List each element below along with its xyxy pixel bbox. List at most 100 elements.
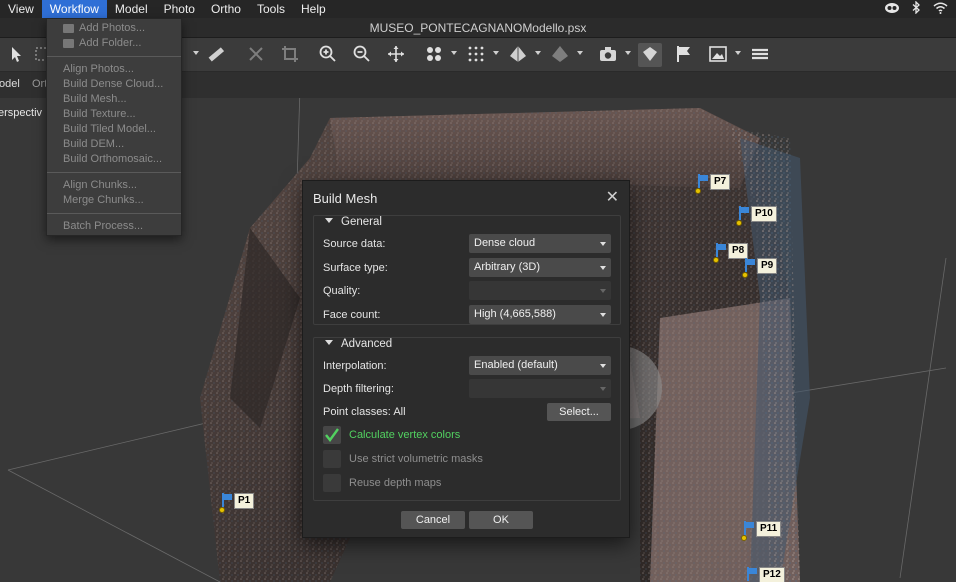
marker-point-icon [742,272,748,278]
strict-masks-checkbox[interactable] [323,450,341,468]
marker-p9[interactable]: P9 [742,258,778,278]
menu-item-build-texture[interactable]: Build Texture... [47,107,181,122]
crop-selection-button[interactable] [278,43,302,67]
point-cloud-icon [466,44,486,67]
zoom-in-icon [318,44,338,67]
workflow-menu: Add Photos... Add Folder... Align Photos… [46,18,182,236]
menu-item-build-tiled-model[interactable]: Build Tiled Model... [47,122,181,137]
close-icon[interactable]: ✕ [606,190,619,206]
dots-grid-icon [424,44,444,67]
marker-label: P12 [759,567,785,582]
zoom-out-icon [352,44,372,67]
chevron-down-icon[interactable] [493,51,499,55]
vertex-colors-checkbox[interactable] [323,426,341,444]
chevron-down-icon[interactable] [193,51,199,55]
reuse-depth-label: Reuse depth maps [349,477,442,489]
menu-photo[interactable]: Photo [156,0,203,18]
bluetooth-icon[interactable] [912,0,921,17]
marker-p7[interactable]: P7 [695,174,731,194]
menu-item-build-dem[interactable]: Build DEM... [47,137,181,152]
marker-p8[interactable]: P8 [713,243,749,263]
ruler-tool-button[interactable] [204,43,228,67]
menu-workflow[interactable]: Workflow [41,0,107,18]
menu-help[interactable]: Help [293,0,334,18]
marker-point-icon [713,257,719,263]
move-icon [386,44,406,67]
menu-item-build-mesh[interactable]: Build Mesh... [47,92,181,107]
menu-ortho[interactable]: Ortho [203,0,249,18]
interpolation-select[interactable]: Enabled (default) [469,356,611,375]
marker-p12[interactable]: P12 [747,567,785,582]
zoom-out-button[interactable] [350,43,374,67]
menu-item-add-folder[interactable]: Add Folder... [47,36,181,51]
marker-label: P1 [234,493,255,509]
ok-button[interactable]: OK [469,511,533,529]
menu-item-align-chunks[interactable]: Align Chunks... [47,178,181,193]
move-region-button[interactable] [384,43,408,67]
chevron-down-icon[interactable] [735,51,741,55]
dialog-title: Build Mesh [313,191,378,206]
face-count-select[interactable]: High (4,665,588) [469,305,611,324]
general-section-header[interactable]: General [325,216,382,228]
surface-type-select[interactable]: Arbitrary (3D) [469,258,611,277]
show-tiled-model-button[interactable] [548,43,572,67]
chevron-down-icon[interactable] [451,51,457,55]
marker-point-icon [695,188,701,194]
flag-icon [674,44,694,67]
show-shapes-button[interactable] [638,43,662,67]
show-markers-button[interactable] [672,43,696,67]
source-data-label: Source data: [323,238,386,250]
build-mesh-dialog: Build Mesh ✕ General Source data: Dense … [302,180,630,538]
menu-item-batch-process[interactable]: Batch Process... [47,219,181,234]
reuse-depth-checkbox[interactable] [323,474,341,492]
strict-masks-label: Use strict volumetric masks [349,453,483,465]
chevron-down-icon[interactable] [625,51,631,55]
show-layers-button[interactable] [748,43,772,67]
marker-p1[interactable]: P1 [219,493,255,513]
surface-type-label: Surface type: [323,262,388,274]
marker-label: P9 [757,258,778,274]
tiled-model-icon [550,44,570,67]
menu-item-label: Add Folder... [79,37,142,49]
image-icon [708,44,728,67]
creative-cloud-icon[interactable] [884,2,900,17]
menu-item-merge-chunks[interactable]: Merge Chunks... [47,193,181,208]
marker-label: P8 [728,243,749,259]
wifi-icon[interactable] [933,2,948,17]
show-cameras-toggle[interactable] [596,43,620,67]
menu-item-build-dense-cloud[interactable]: Build Dense Cloud... [47,77,181,92]
marker-p10[interactable]: P10 [736,206,777,226]
marker-point-icon [219,507,225,513]
marker-flag-icon [744,521,754,535]
marker-label: P11 [756,521,782,537]
show-points-button[interactable] [464,43,488,67]
advanced-section-header[interactable]: Advanced [325,338,392,350]
show-model-button[interactable] [506,43,530,67]
menu-item-build-orthomosaic[interactable]: Build Orthomosaic... [47,152,181,167]
marker-label: P7 [710,174,731,190]
cancel-button[interactable]: Cancel [401,511,465,529]
depth-filtering-select [469,379,611,398]
marker-p11[interactable]: P11 [741,521,782,541]
menu-view[interactable]: View [0,0,42,18]
chevron-down-icon[interactable] [535,51,541,55]
show-images-button[interactable] [706,43,730,67]
menu-item-add-photos[interactable]: Add Photos... [47,21,181,36]
marker-point-icon [736,220,742,226]
marker-point-icon [741,535,747,541]
menu-model[interactable]: Model [107,0,156,18]
tab-ortho[interactable]: Ort [32,78,47,90]
select-classes-button[interactable]: Select... [547,403,611,421]
menu-item-align-photos[interactable]: Align Photos... [47,62,181,77]
shapes-icon [640,44,660,67]
chevron-down-icon[interactable] [577,51,583,55]
source-data-select[interactable]: Dense cloud [469,234,611,253]
menu-tools[interactable]: Tools [249,0,293,18]
marker-flag-icon [747,567,757,581]
pyramid-icon [508,44,528,67]
navigation-tool-button[interactable] [4,43,28,67]
delete-selection-button[interactable] [244,43,268,67]
zoom-in-button[interactable] [316,43,340,67]
tab-model[interactable]: odel [0,78,20,90]
show-cameras-button[interactable] [422,43,446,67]
